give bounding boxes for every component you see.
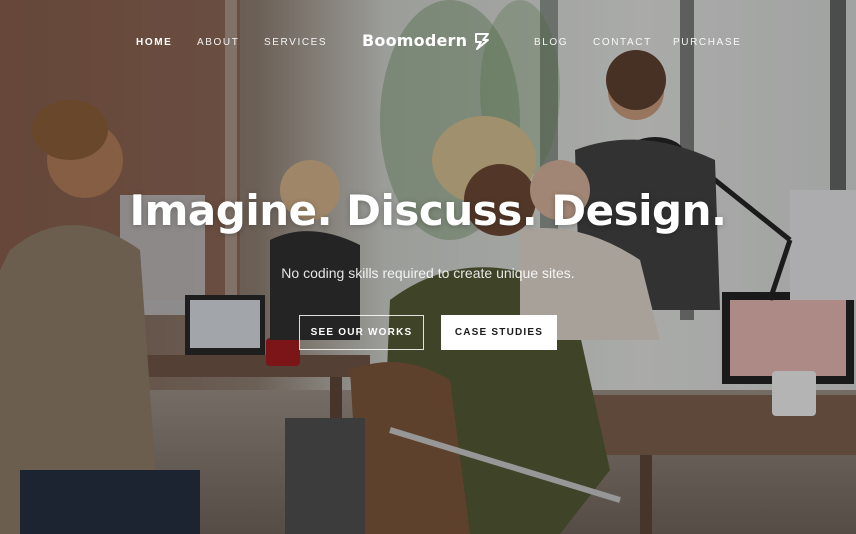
nav-link-contact[interactable]: CONTACT [593,37,652,48]
nav-link-blog[interactable]: BLOG [534,37,568,48]
main-navigation: HOME ABOUT SERVICES Boomodern BLOG CONTA… [0,0,856,86]
site-logo[interactable]: Boomodern [362,31,491,50]
logo-text: Boomodern [362,31,468,50]
see-our-works-button[interactable]: SEE OUR WORKS [299,315,424,350]
nav-link-home[interactable]: HOME [136,37,172,48]
lightning-bolt-icon [473,32,491,50]
nav-link-services[interactable]: SERVICES [264,37,327,48]
hero-section: HOME ABOUT SERVICES Boomodern BLOG CONTA… [0,0,856,534]
nav-link-purchase[interactable]: PURCHASE [673,37,741,48]
nav-link-about[interactable]: ABOUT [197,37,239,48]
case-studies-button[interactable]: CASE STUDIES [441,315,557,350]
hero-headline: Imagine. Discuss. Design. [129,186,727,235]
hero-subline: No coding skills required to create uniq… [281,265,575,281]
